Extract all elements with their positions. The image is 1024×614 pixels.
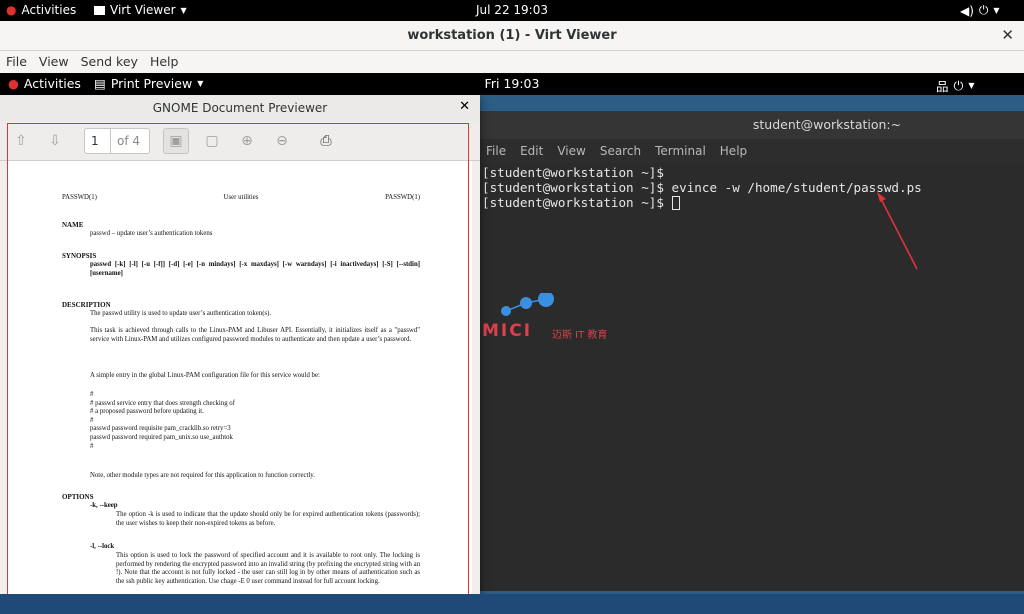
virt-viewer-menubar: File View Send key Help [0, 51, 1024, 73]
virt-viewer-titlebar: workstation (1) - Virt Viewer ✕ [0, 21, 1024, 51]
next-page-icon[interactable]: ⇩ [42, 128, 68, 154]
section-heading: SYNOPSIS [62, 252, 97, 260]
menu-help[interactable]: Help [150, 51, 185, 73]
doc-paragraph: This task is achieved through calls to t… [90, 327, 420, 343]
print-icon[interactable]: ⎙ [313, 128, 339, 154]
doc-paragraph: passwd – update user’s authentication to… [90, 230, 213, 237]
menu-send-key[interactable]: Send key [81, 51, 144, 73]
previewer-title: GNOME Document Previewer [0, 95, 480, 121]
power-icon: ⏻ [978, 3, 989, 17]
guest-display[interactable]: ● Activities ▤ Print Preview ▼ Fri 19:03… [0, 73, 1024, 614]
previewer-toolbar: ⇧ ⇩ 1 of 4 ▣ ▢ ⊕ ⊖ ⎙ [0, 121, 480, 161]
desktop-bottom-strip [0, 594, 1024, 614]
doc-paragraph: The option -k is used to indicate that t… [116, 511, 420, 527]
window-title: workstation (1) - Virt Viewer [407, 28, 617, 43]
option-name: -k, --keep [90, 502, 118, 509]
host-system-menu[interactable]: ◀) ⏻ ▼ [960, 3, 1000, 18]
page-number-entry[interactable]: 1 of 4 [84, 128, 150, 154]
close-icon[interactable]: ✕ [1001, 26, 1014, 44]
doc-paragraph: A simple entry in the global Linux-PAM c… [90, 372, 320, 379]
doc-paragraph: This option is used to lock the password… [116, 552, 420, 585]
zoom-width-icon[interactable]: ▢ [199, 128, 225, 154]
close-icon[interactable]: ✕ [459, 99, 470, 114]
section-heading: NAME [62, 221, 84, 229]
host-top-bar: ● Activities Virt Viewer ▼ Jul 22 19:03 … [0, 0, 1024, 21]
previous-page-icon[interactable]: ⇧ [8, 128, 34, 154]
option-name: -l, --lock [90, 543, 115, 550]
menu-view[interactable]: View [39, 51, 75, 73]
doc-paragraph: passwd [-k] [-l] [-u [-f]] [-d] [-e] [-n… [90, 261, 420, 277]
zoom-in-icon[interactable]: ⊕ [234, 128, 260, 154]
zoom-fit-icon[interactable]: ▣ [163, 128, 189, 154]
code-block: # # passwd service entry that does stren… [90, 391, 235, 450]
zoom-out-icon[interactable]: ⊖ [269, 128, 295, 154]
menu-file[interactable]: File [6, 51, 33, 73]
chevron-down-icon: ▼ [993, 6, 1000, 15]
page-number-input[interactable]: 1 [85, 129, 111, 153]
volume-icon: ◀) [960, 3, 974, 18]
doc-paragraph: The passwd utility is used to update use… [90, 310, 272, 317]
document-previewer-window[interactable]: GNOME Document Previewer ✕ ⇧ ⇩ 1 of 4 ▣ … [0, 95, 480, 614]
document-page[interactable]: PASSWD(1) User utilities PASSWD(1) NAME … [8, 161, 472, 605]
doc-paragraph: Note, other module types are not require… [90, 472, 315, 479]
page-header: PASSWD(1) User utilities PASSWD(1) [62, 194, 420, 201]
host-clock[interactable]: Jul 22 19:03 [0, 3, 1024, 17]
section-heading: DESCRIPTION [62, 301, 111, 309]
section-heading: OPTIONS [62, 493, 94, 501]
page-count-label: of 4 [117, 134, 141, 148]
